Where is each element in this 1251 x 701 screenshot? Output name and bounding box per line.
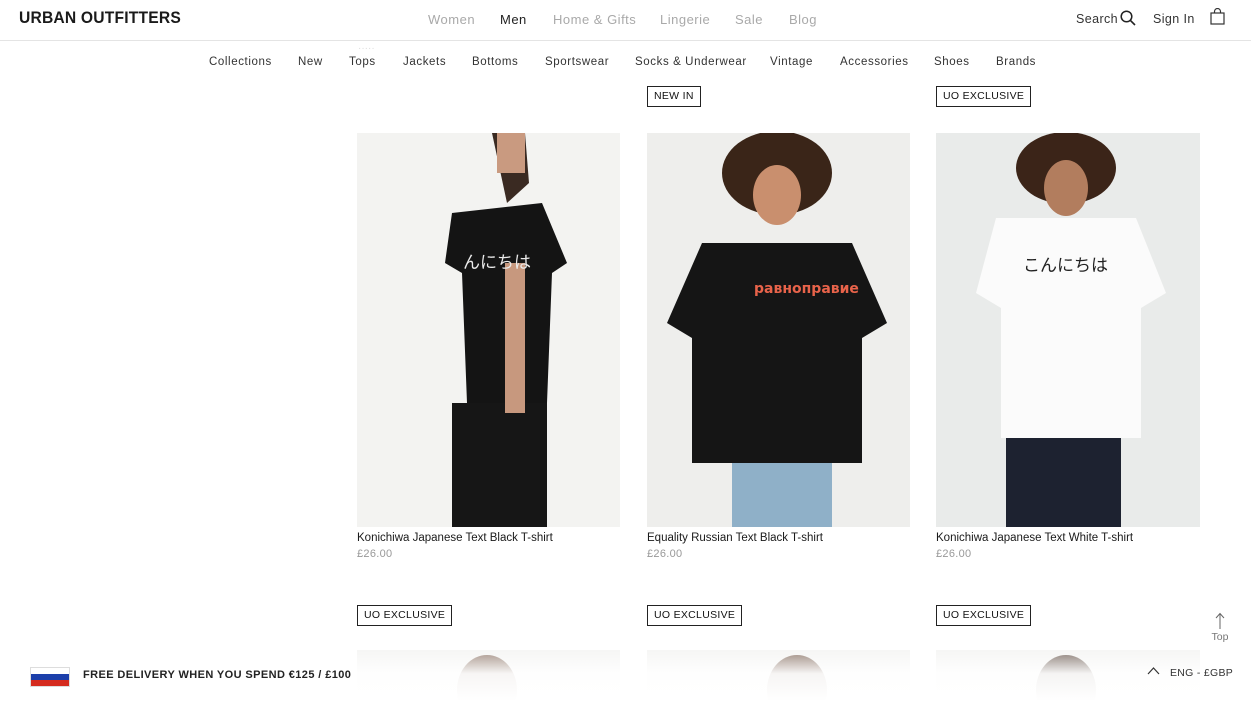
shirt-print-text: んにちは xyxy=(463,253,531,273)
nav-item-sale[interactable]: Sale xyxy=(735,12,763,27)
nav-item-lingerie[interactable]: Lingerie xyxy=(660,12,710,27)
model-photo: равноправие xyxy=(647,133,910,527)
back-to-top-button[interactable]: Top xyxy=(1208,612,1232,646)
sign-in-link[interactable]: Sign In xyxy=(1153,12,1195,26)
subnav-accessories[interactable]: Accessories xyxy=(840,56,909,68)
subnav-brands[interactable]: Brands xyxy=(996,56,1036,68)
badge-uo-exclusive: UO EXCLUSIVE xyxy=(936,605,1032,626)
shirt-print-text: равноправие xyxy=(754,281,859,297)
badge-new-in: NEW IN xyxy=(647,86,701,107)
product-name[interactable]: Konichiwa Japanese Text White T-shirt xyxy=(936,532,1133,544)
subnav-socks-underwear[interactable]: Socks & Underwear xyxy=(635,56,747,68)
nav-item-women[interactable]: Women xyxy=(428,12,475,27)
product-image[interactable]: こんにちは xyxy=(936,133,1200,527)
shopping-bag-icon[interactable] xyxy=(1210,8,1225,25)
subnav-new[interactable]: New xyxy=(298,56,323,68)
shirt-print-text: こんにちは xyxy=(1023,256,1108,276)
top-header: URBAN OUTFITTERS Women Men Home & Gifts … xyxy=(0,0,1251,41)
subnav-bottoms[interactable]: Bottoms xyxy=(472,56,518,68)
faded-text: ····· xyxy=(358,43,375,54)
nav-item-home-gifts[interactable]: Home & Gifts xyxy=(553,12,636,27)
subnav-shoes[interactable]: Shoes xyxy=(934,56,970,68)
subnav-collections[interactable]: Collections xyxy=(209,56,272,68)
nav-item-blog[interactable]: Blog xyxy=(789,12,817,27)
chevron-up-icon[interactable] xyxy=(1147,666,1160,676)
russia-flag-icon[interactable] xyxy=(30,667,70,687)
badge-uo-exclusive: UO EXCLUSIVE xyxy=(647,605,743,626)
product-price: £26.00 xyxy=(936,548,972,560)
product-image[interactable]: んにちは xyxy=(357,133,620,527)
subnav-jackets[interactable]: Jackets xyxy=(403,56,446,68)
product-price: £26.00 xyxy=(647,548,683,560)
arrow-up-icon xyxy=(1215,612,1225,629)
locale-currency-selector[interactable]: ENG - £GBP xyxy=(1170,667,1233,679)
subnav-vintage[interactable]: Vintage xyxy=(770,56,813,68)
product-image[interactable]: равноправие xyxy=(647,133,910,527)
product-price: £26.00 xyxy=(357,548,393,560)
search-link[interactable]: Search xyxy=(1076,12,1118,26)
free-delivery-promo[interactable]: FREE DELIVERY WHEN YOU SPEND €125 / £100 xyxy=(83,669,351,681)
badge-uo-exclusive: UO EXCLUSIVE xyxy=(936,86,1032,107)
model-photo: こんにちは xyxy=(936,133,1200,527)
search-icon[interactable] xyxy=(1120,10,1136,26)
subnav-tops[interactable]: Tops xyxy=(349,56,376,68)
product-name[interactable]: Konichiwa Japanese Text Black T-shirt xyxy=(357,532,553,544)
model-photo: んにちは xyxy=(357,133,620,527)
back-to-top-label: Top xyxy=(1211,631,1229,643)
flag-stripe-red xyxy=(31,679,69,686)
badge-uo-exclusive: UO EXCLUSIVE xyxy=(357,605,453,626)
main-nav: Women Men Home & Gifts Lingerie Sale Blo… xyxy=(0,12,1251,30)
product-name[interactable]: Equality Russian Text Black T-shirt xyxy=(647,532,823,544)
nav-item-men[interactable]: Men xyxy=(500,12,527,27)
category-subnav: Collections New Tops Jackets Bottoms Spo… xyxy=(0,56,1251,72)
subnav-sportswear[interactable]: Sportswear xyxy=(545,56,609,68)
